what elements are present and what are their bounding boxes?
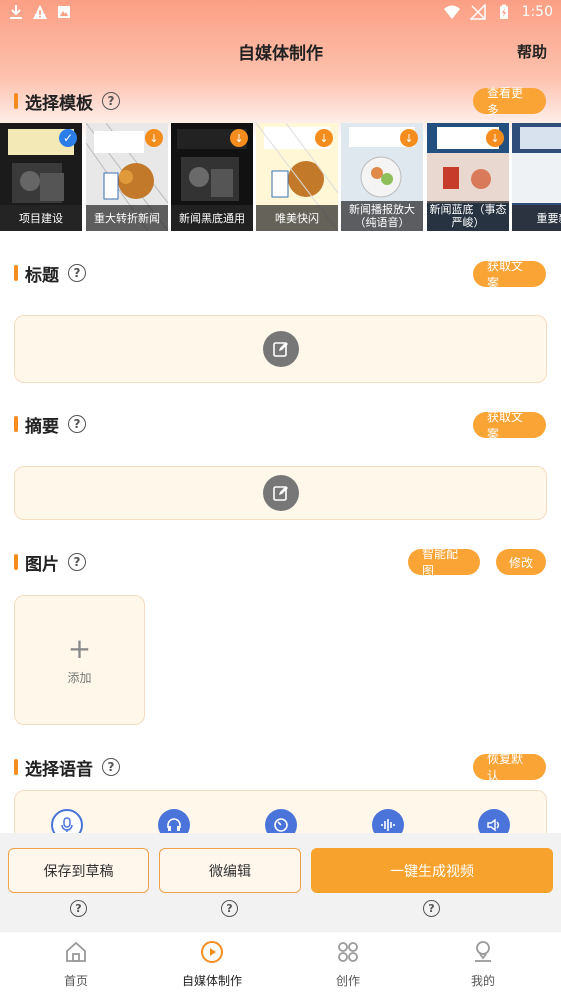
download-badge-icon: ↓ (486, 129, 504, 147)
template-card-news-broadcast[interactable]: ↓ 新闻播报放大（纯语音） (341, 123, 423, 231)
help-circle-icon[interactable]: ? (102, 758, 120, 776)
save-draft-button[interactable]: 保存到草稿 (8, 848, 149, 893)
help-circle-icon[interactable]: ? (68, 415, 86, 433)
title-section-title: 标题 (25, 265, 59, 286)
plus-icon: + (67, 631, 92, 665)
nav-item-home[interactable]: 首页 (26, 940, 126, 992)
help-circle-icon[interactable]: ? (423, 900, 440, 917)
template-card-news-black[interactable]: ↓ 新闻黑底通用 (171, 123, 253, 231)
download-icon (8, 4, 24, 20)
restore-default-button[interactable]: 恢复默认 (473, 752, 546, 783)
bottom-navigation: 首页 自媒体制作 创作 我的 (0, 931, 561, 997)
nav-label: 我的 (470, 974, 495, 988)
edit-icon[interactable] (262, 475, 299, 511)
nav-item-create[interactable]: 创作 (298, 940, 398, 992)
add-image-label: 添加 (67, 670, 92, 685)
status-time: 1:50 (521, 4, 553, 20)
section-accent (14, 265, 18, 281)
help-circle-icon[interactable]: ? (221, 900, 238, 917)
add-image-button[interactable]: + 添加 (14, 595, 145, 725)
action-bar: 保存到草稿 微编辑 一键生成视频 ? ? ? (0, 833, 561, 931)
template-label: 新闻播报放大（纯语音） (341, 201, 423, 231)
template-label: 重大转折新闻 (86, 205, 168, 231)
play-circle-icon (200, 940, 224, 968)
nav-item-mine[interactable]: 我的 (433, 940, 533, 992)
nav-label: 自媒体制作 (181, 974, 242, 988)
page-title: 自媒体制作 (238, 43, 323, 64)
download-badge-icon: ↓ (315, 129, 333, 147)
title-fetch-copy-button[interactable]: 获取文案 (473, 259, 546, 290)
help-button[interactable]: 帮助 (517, 41, 547, 62)
status-bar: 1:50 (0, 0, 561, 24)
template-section-title: 选择模板 (25, 93, 93, 114)
voice-section-header: 选择语音 ? (14, 755, 547, 780)
summary-section-title: 摘要 (25, 416, 59, 437)
template-label: 新闻蓝底（事态严峻） (427, 201, 509, 231)
title-input-box[interactable] (14, 315, 547, 383)
micro-edit-button[interactable]: 微编辑 (159, 848, 301, 893)
edit-icon[interactable] (262, 331, 299, 367)
title-section-header: 标题 ? (14, 261, 547, 286)
voice-section-title: 选择语音 (25, 759, 93, 780)
download-badge-icon: ↓ (400, 129, 418, 147)
summary-fetch-copy-button[interactable]: 获取文案 (473, 410, 546, 441)
edit-images-button[interactable]: 修改 (496, 549, 546, 575)
template-label: 项目建设 (0, 205, 82, 231)
download-badge-icon: ↓ (145, 129, 163, 147)
template-card-flash[interactable]: ↓ 唯美快闪 (256, 123, 338, 231)
summary-section-header: 摘要 ? (14, 412, 547, 437)
template-label: 唯美快闪 (256, 205, 338, 231)
help-circle-icon[interactable]: ? (68, 264, 86, 282)
nav-item-media-production[interactable]: 自媒体制作 (162, 940, 262, 992)
template-list: ✓ 项目建设 ↓ 重大转折新闻 ↓ 新闻黑底通用 ↓ 唯美快闪 ↓ 新闻播报放大… (0, 123, 561, 231)
template-card-project[interactable]: ✓ 项目建设 (0, 123, 82, 231)
smart-image-button[interactable]: 智能配图 (408, 547, 480, 578)
template-label: 重要新 (512, 205, 561, 231)
section-accent (14, 416, 18, 432)
help-circle-icon[interactable]: ? (102, 92, 120, 110)
no-signal-icon (468, 3, 486, 20)
template-card-news-blue[interactable]: ↓ 新闻蓝底（事态严峻） (427, 123, 509, 231)
image-notification-icon (56, 4, 72, 20)
summary-input-box[interactable] (14, 466, 547, 520)
section-accent (14, 554, 18, 570)
user-icon (471, 940, 495, 968)
nav-label: 创作 (335, 974, 360, 988)
template-label: 新闻黑底通用 (171, 205, 253, 231)
template-section-header: 选择模板 ? (14, 89, 547, 114)
title-bar: 自媒体制作 帮助 (0, 36, 561, 66)
home-icon (64, 940, 88, 968)
battery-icon (496, 4, 512, 20)
grid-icon (336, 940, 360, 968)
warning-icon (32, 4, 48, 20)
template-card-major-turn[interactable]: ↓ 重大转折新闻 (86, 123, 168, 231)
selected-check-icon: ✓ (59, 129, 77, 147)
nav-label: 首页 (63, 974, 88, 988)
wifi-icon (443, 4, 460, 20)
template-card-important[interactable]: 重要新 (512, 123, 561, 231)
help-circle-icon[interactable]: ? (70, 900, 87, 917)
section-accent (14, 93, 18, 109)
view-more-button[interactable]: 查看更多 (473, 86, 546, 117)
image-section-title: 图片 (25, 554, 59, 575)
generate-video-button[interactable]: 一键生成视频 (311, 848, 553, 893)
download-badge-icon: ↓ (230, 129, 248, 147)
section-accent (14, 759, 18, 775)
help-circle-icon[interactable]: ? (68, 553, 86, 571)
